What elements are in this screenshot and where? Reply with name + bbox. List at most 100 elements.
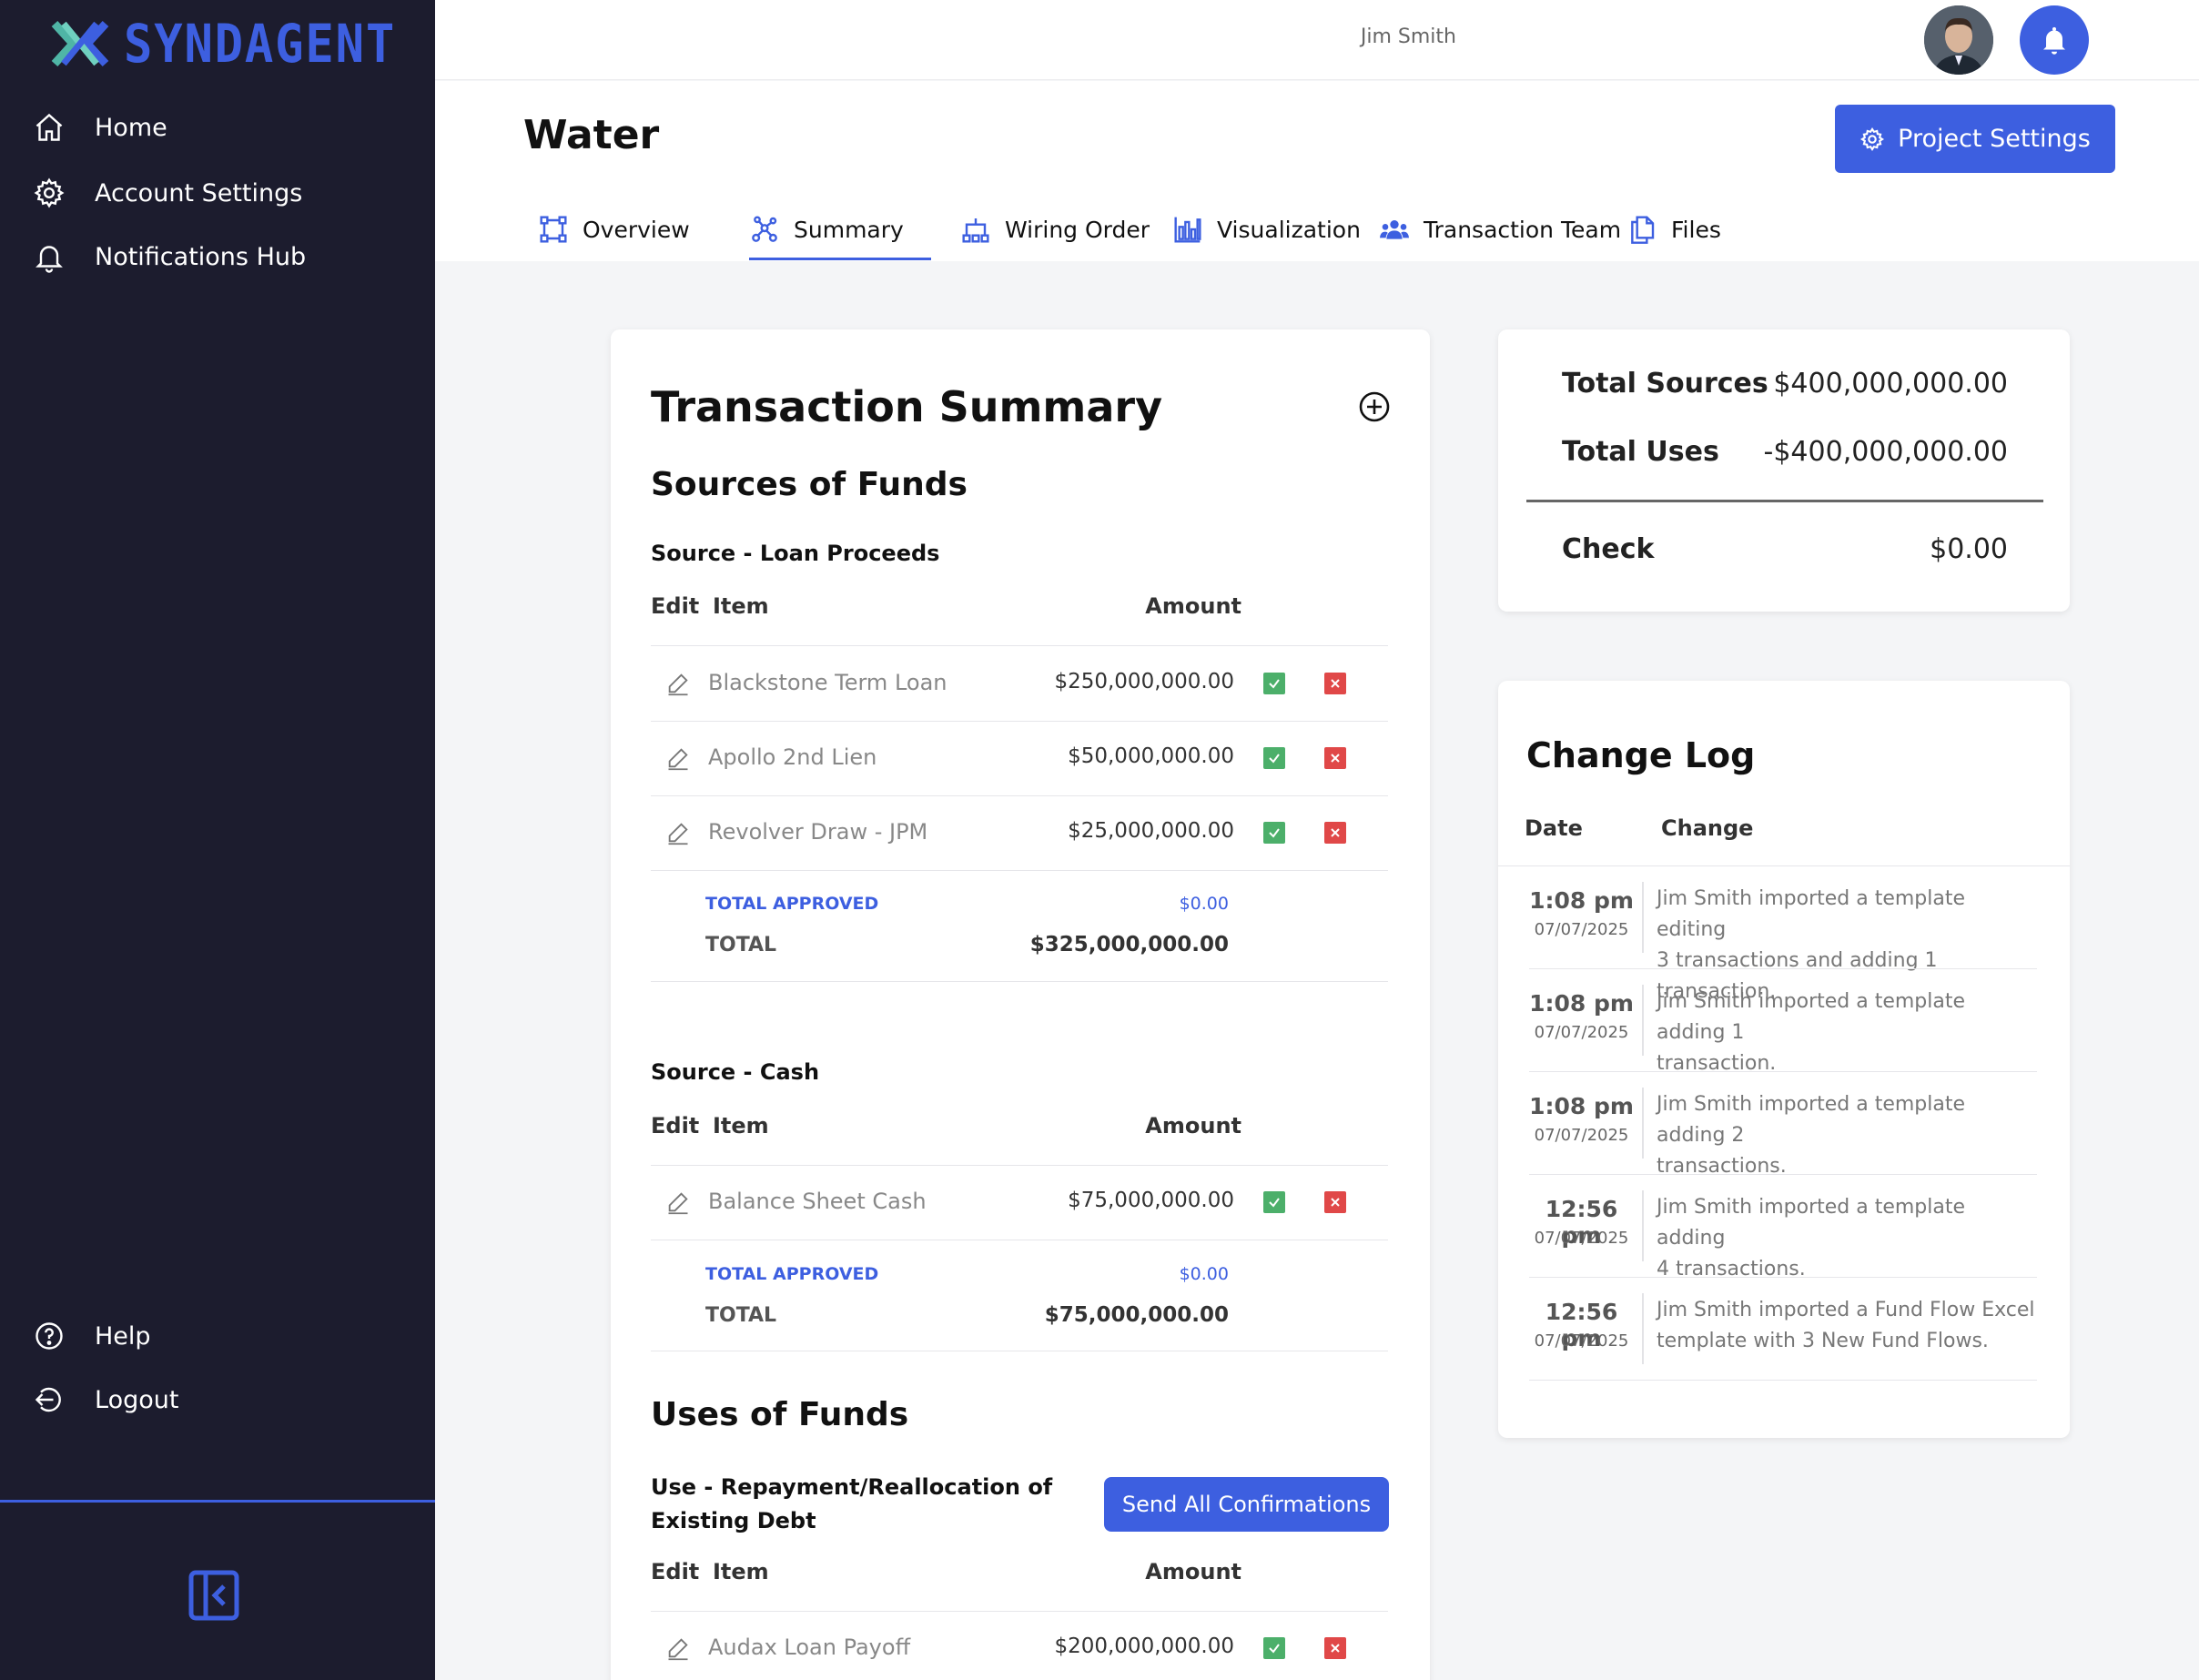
team-icon xyxy=(1380,220,1409,239)
tab-label: Visualization xyxy=(1217,216,1361,243)
entry-divider xyxy=(1642,985,1644,1056)
col-amount: Amount xyxy=(1145,1113,1241,1139)
page-title: Water xyxy=(523,112,660,158)
entry-text-line: Jim Smith imported a template editing xyxy=(1657,887,1966,941)
home-icon xyxy=(35,113,63,141)
tab-summary[interactable]: Summary xyxy=(750,207,904,251)
sidebar-item-account-settings[interactable]: Account Settings xyxy=(33,177,302,209)
approve-button[interactable] xyxy=(1263,747,1285,769)
sidebar-item-home[interactable]: Home xyxy=(33,111,167,144)
tab-overview[interactable]: Overview xyxy=(539,207,690,251)
row-item: Audax Loan Payoff xyxy=(708,1634,911,1660)
tab-files[interactable]: Files xyxy=(1627,207,1721,251)
x-icon xyxy=(1331,828,1340,837)
reject-button[interactable] xyxy=(1324,822,1346,844)
collapse-sidebar-button[interactable] xyxy=(187,1569,240,1622)
notifications-button[interactable] xyxy=(2020,5,2089,75)
reject-button[interactable] xyxy=(1324,673,1346,694)
entry-text: Jim Smith imported a template adding 1 t… xyxy=(1657,987,2039,1079)
total-label: TOTAL xyxy=(705,934,777,956)
project-settings-button[interactable]: Project Settings xyxy=(1835,105,2115,173)
col-item: Item xyxy=(713,1559,769,1584)
sources-of-funds-title: Sources of Funds xyxy=(651,466,968,503)
wiring-icon xyxy=(962,218,989,243)
sidebar-item-label: Notifications Hub xyxy=(95,242,307,271)
pencil-icon[interactable] xyxy=(665,1635,691,1661)
col-edit: Edit xyxy=(651,1113,700,1139)
check-value: $0.00 xyxy=(1930,533,2008,565)
entry-time: 1:08 pm xyxy=(1529,1093,1634,1119)
summary-icon xyxy=(752,216,777,242)
row-item: Revolver Draw - JPM xyxy=(708,819,928,845)
check-icon xyxy=(1269,1644,1280,1654)
reject-button[interactable] xyxy=(1324,747,1346,769)
logo[interactable]: SYNDAGENT xyxy=(51,13,426,75)
sidebar-item-logout[interactable]: Logout xyxy=(33,1383,178,1416)
entry-text: Jim Smith imported a template adding 4 t… xyxy=(1657,1192,2039,1285)
user-name: Jim Smith xyxy=(1360,25,1456,48)
total-value: $75,000,000.00 xyxy=(1044,1303,1229,1327)
tab-visualization[interactable]: Visualization xyxy=(1173,207,1361,251)
tab-transaction-team[interactable]: Transaction Team xyxy=(1380,207,1621,251)
table-row: Apollo 2nd Lien $50,000,000.00 xyxy=(651,721,1388,795)
entry-time: 1:08 pm xyxy=(1529,887,1634,914)
entry-text-line: Jim Smith imported a Fund Flow Excel xyxy=(1657,1299,2035,1321)
change-log-entry: 12:56 pm 07/07/2025 Jim Smith imported a… xyxy=(1529,1174,2037,1280)
entry-text-line: template with 3 New Fund Flows. xyxy=(1657,1330,1989,1352)
entry-date: 07/07/2025 xyxy=(1534,1331,1629,1351)
x-icon xyxy=(1331,754,1340,763)
approve-button[interactable] xyxy=(1263,1637,1285,1659)
col-date: Date xyxy=(1525,815,1583,841)
check-icon xyxy=(1269,828,1280,838)
tab-wiring-order[interactable]: Wiring Order xyxy=(961,207,1150,251)
check-label: Check xyxy=(1562,533,1655,565)
row-amount: $25,000,000.00 xyxy=(1068,819,1234,843)
gear-icon xyxy=(34,177,65,208)
table-row: Revolver Draw - JPM $25,000,000.00 xyxy=(651,795,1388,870)
change-log-card: Change Log Date Change 1:08 pm 07/07/202… xyxy=(1498,681,2070,1438)
row-amount: $50,000,000.00 xyxy=(1068,744,1234,768)
table-row: Audax Loan Payoff $200,000,000.00 xyxy=(651,1611,1388,1680)
gear-icon xyxy=(1860,127,1885,151)
pencil-icon[interactable] xyxy=(665,745,691,771)
send-all-confirmations-button[interactable]: Send All Confirmations xyxy=(1104,1477,1389,1532)
pencil-icon[interactable] xyxy=(665,820,691,845)
transaction-summary-card: Transaction Summary Sources of Funds Sou… xyxy=(611,329,1430,1680)
row-amount: $250,000,000.00 xyxy=(1054,670,1234,693)
approve-button[interactable] xyxy=(1263,822,1285,844)
approve-button[interactable] xyxy=(1263,1191,1285,1213)
group-title-line: Existing Debt xyxy=(651,1508,816,1533)
add-icon[interactable] xyxy=(1357,390,1392,424)
approve-button[interactable] xyxy=(1263,673,1285,694)
entry-date: 07/07/2025 xyxy=(1534,1126,1629,1145)
entry-text-line: Jim Smith imported a template adding 2 xyxy=(1657,1093,1966,1147)
pencil-icon[interactable] xyxy=(665,671,691,696)
sidebar-item-label: Help xyxy=(95,1321,151,1351)
avatar[interactable] xyxy=(1924,5,1993,75)
chart-icon xyxy=(1174,217,1201,243)
entry-date: 07/07/2025 xyxy=(1534,1229,1629,1248)
totals-divider xyxy=(1526,500,2043,502)
tab-label: Transaction Team xyxy=(1424,216,1622,243)
sidebar: SYNDAGENT Home Account Settings Notifica… xyxy=(0,0,435,1680)
sidebar-item-label: Logout xyxy=(95,1385,179,1414)
logo-icon xyxy=(51,20,109,67)
reject-button[interactable] xyxy=(1324,1191,1346,1213)
x-icon xyxy=(1331,1644,1340,1653)
project-settings-label: Project Settings xyxy=(1898,125,2091,153)
logout-icon xyxy=(35,1387,61,1412)
sidebar-item-help[interactable]: Help xyxy=(33,1320,151,1352)
reject-button[interactable] xyxy=(1324,1637,1346,1659)
table-row: Balance Sheet Cash $75,000,000.00 xyxy=(651,1165,1388,1240)
divider xyxy=(651,981,1388,982)
sidebar-item-notifications-hub[interactable]: Notifications Hub xyxy=(33,240,306,273)
entry-text: Jim Smith imported a Fund Flow Excel tem… xyxy=(1657,1295,2039,1357)
row-amount: $200,000,000.00 xyxy=(1054,1634,1234,1658)
group-title: Source - Loan Proceeds xyxy=(651,541,940,566)
row-item: Balance Sheet Cash xyxy=(708,1189,927,1214)
col-edit: Edit xyxy=(651,593,700,619)
pencil-icon[interactable] xyxy=(665,1189,691,1215)
uses-of-funds-title: Uses of Funds xyxy=(651,1396,909,1433)
divider xyxy=(1529,1380,2037,1381)
tab-label: Overview xyxy=(583,216,690,243)
